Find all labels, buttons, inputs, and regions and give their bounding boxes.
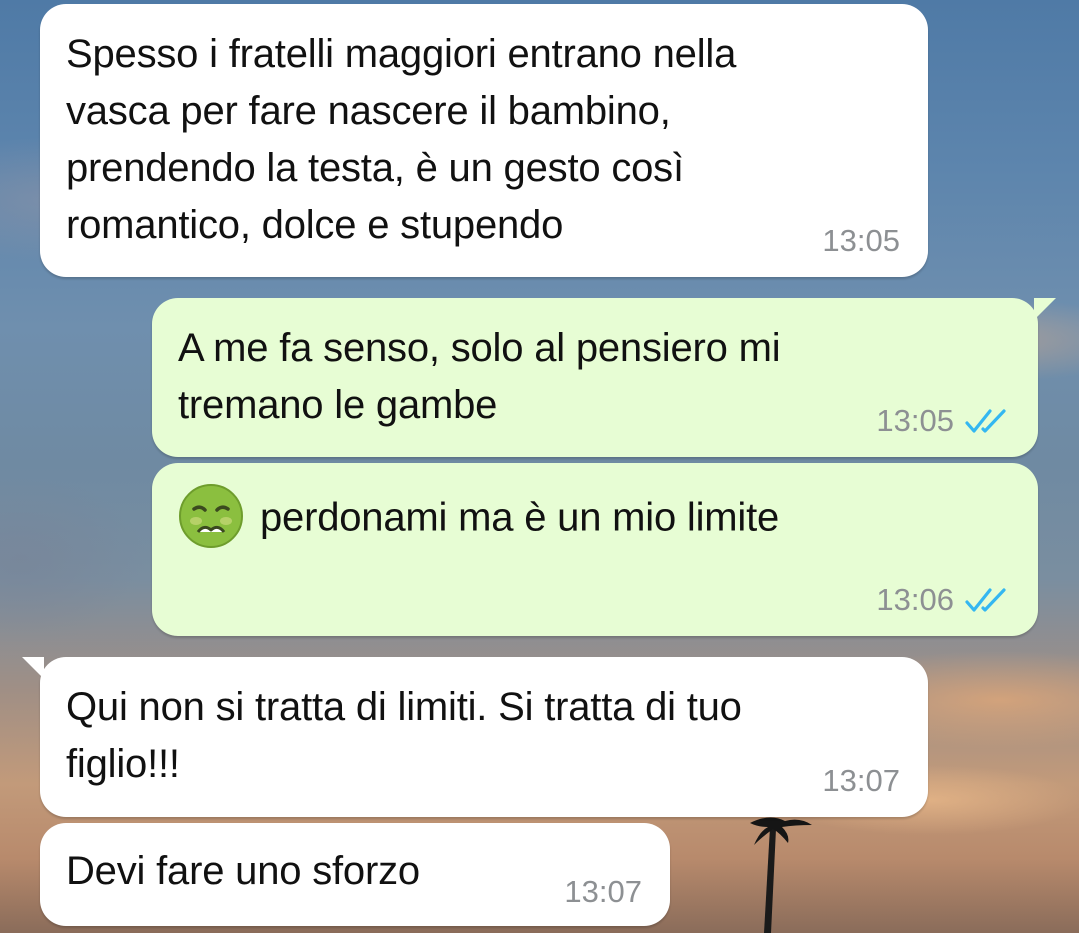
message-bubble-outgoing[interactable]: A me fa senso, solo al pensiero mi trema… (152, 298, 1056, 457)
double-check-read-icon (965, 588, 1006, 612)
message-meta: 13:05 (822, 223, 900, 259)
palm-tree-silhouette (750, 817, 812, 933)
message-meta: 13:06 (876, 582, 1010, 618)
message-timestamp: 13:06 (876, 582, 954, 617)
message-text: A me fa senso, solo al pensiero mi trema… (178, 326, 781, 427)
message-text-row: perdonami ma è un mio limite (178, 484, 780, 553)
message-text: perdonami ma è un mio limite (260, 495, 780, 540)
message-timestamp: 13:07 (564, 874, 642, 909)
message-text: Spesso i fratelli maggiori entrano nella… (66, 32, 737, 247)
message-meta: 13:07 (564, 874, 642, 910)
message-bubble-incoming[interactable]: Spesso i fratelli maggiori entrano nella… (40, 4, 928, 277)
bubble-tail (1034, 298, 1056, 320)
nauseated-face-emoji-icon (179, 484, 243, 548)
message-timestamp: 13:07 (822, 763, 900, 798)
message-timestamp: 13:05 (876, 403, 954, 438)
message-bubble-incoming[interactable]: Devi fare uno sforzo 13:07 (40, 823, 670, 926)
message-bubble-outgoing[interactable]: perdonami ma è un mio limite 13:06 (152, 463, 1038, 636)
double-check-read-icon (965, 409, 1006, 433)
message-meta: 13:07 (822, 763, 900, 799)
message-meta: 13:05 (876, 403, 1010, 439)
message-bubble-incoming[interactable]: Qui non si tratta di limiti. Si tratta d… (22, 657, 928, 817)
message-text: Devi fare uno sforzo (66, 849, 420, 893)
bubble-tail (22, 657, 44, 679)
message-timestamp: 13:05 (822, 223, 900, 258)
message-text: Qui non si tratta di limiti. Si tratta d… (66, 685, 742, 786)
